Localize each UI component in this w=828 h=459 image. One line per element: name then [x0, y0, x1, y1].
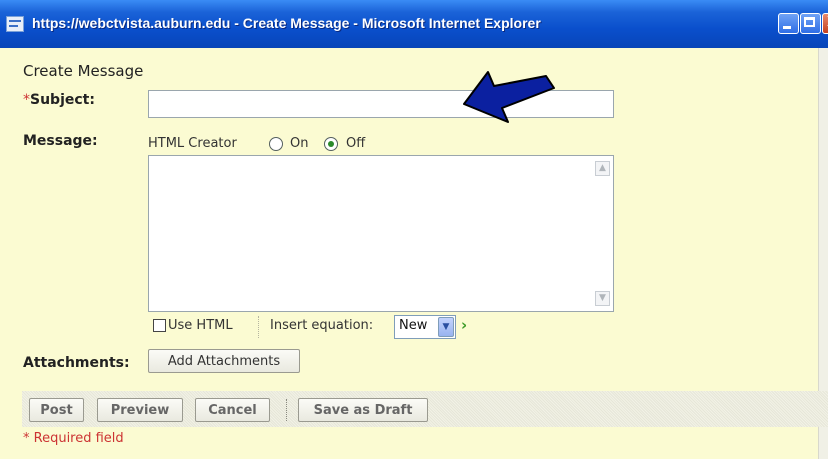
minimize-button[interactable] [778, 13, 799, 34]
preview-button[interactable]: Preview [97, 398, 183, 422]
maximize-button[interactable] [800, 13, 821, 34]
required-marker: * [23, 92, 30, 108]
use-html-checkbox[interactable] [153, 319, 166, 332]
title-bar[interactable]: https://webctvista.auburn.edu - Create M… [0, 0, 828, 48]
save-as-draft-button[interactable]: Save as Draft [298, 398, 428, 422]
attachments-label: Attachments: [23, 355, 130, 371]
message-label: Message: [23, 133, 98, 149]
html-creator-on-label[interactable]: On [290, 136, 308, 151]
html-creator-off-radio[interactable] [324, 137, 338, 151]
add-attachments-button[interactable]: Add Attachments [148, 349, 300, 373]
scroll-up-arrow-icon[interactable]: ▲ [595, 161, 610, 176]
go-arrow-icon[interactable]: › [461, 316, 467, 334]
page-title: Create Message [23, 62, 144, 80]
arrow-pointer-icon [463, 71, 555, 123]
cancel-button[interactable]: Cancel [195, 398, 270, 422]
toolbar-divider [258, 316, 260, 338]
subject-label-text: Subject: [30, 92, 95, 108]
required-field-note: * Required field [23, 431, 124, 446]
subject-label: *Subject: [23, 92, 95, 108]
chevron-down-icon[interactable]: ▼ [438, 317, 454, 337]
post-button[interactable]: Post [29, 398, 84, 422]
browser-window: https://webctvista.auburn.edu - Create M… [0, 0, 828, 459]
scroll-down-arrow-icon[interactable]: ▼ [595, 291, 610, 306]
html-creator-label: HTML Creator [148, 136, 237, 151]
html-creator-off-label[interactable]: Off [346, 136, 365, 151]
action-bar-divider [286, 399, 288, 421]
insert-equation-label: Insert equation: [270, 318, 374, 333]
insert-equation-selected[interactable]: New [399, 318, 427, 333]
window-title: https://webctvista.auburn.edu - Create M… [32, 15, 541, 31]
use-html-label[interactable]: Use HTML [168, 318, 233, 333]
close-button[interactable] [822, 13, 828, 34]
internet-explorer-page-icon [6, 16, 24, 32]
html-creator-on-radio[interactable] [269, 137, 283, 151]
message-textarea[interactable] [148, 155, 614, 312]
